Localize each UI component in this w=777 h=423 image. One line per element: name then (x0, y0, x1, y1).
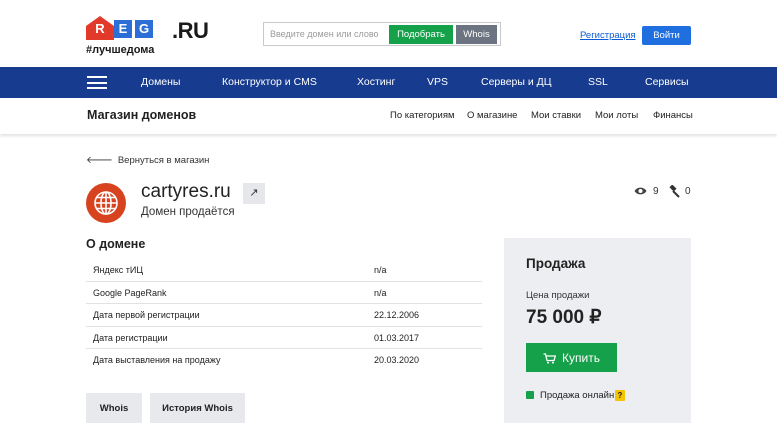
subnav-item-about[interactable]: О магазине (467, 110, 517, 121)
row-value: n/a (374, 265, 387, 275)
row-value: 01.03.2017 (374, 332, 420, 343)
external-link-icon[interactable]: ↗ (243, 183, 265, 204)
nav-item-vps[interactable]: VPS (427, 76, 448, 88)
whois-search-button[interactable]: Whois (456, 25, 497, 44)
table-row: Дата регистрации 01.03.2017 (86, 327, 482, 349)
table-row: Google PageRank n/a (86, 282, 482, 304)
buy-button[interactable]: Купить (526, 343, 617, 372)
domain-name: cartyres.ru (141, 181, 231, 202)
arrow-left-icon: 🡐 (86, 155, 113, 166)
row-label: Яндекс тИЦ (93, 265, 144, 275)
table-row: Дата первой регистрации 22.12.2006 (86, 304, 482, 327)
nav-item-ssl[interactable]: SSL (588, 76, 608, 88)
row-label: Дата регистрации (93, 332, 168, 343)
nav-item-constructor[interactable]: Конструктор и CMS (222, 76, 317, 88)
back-to-shop-link[interactable]: 🡐 Вернуться в магазин (86, 154, 209, 166)
price-label: Цена продажи (526, 290, 590, 301)
login-button[interactable]: Войти (642, 26, 691, 45)
subnav-item-my-lots[interactable]: Мои лоты (595, 110, 638, 121)
pick-domain-button[interactable]: Подобрать (389, 25, 453, 44)
help-icon[interactable]: ? (615, 390, 625, 401)
logo-letter-e: E (114, 20, 132, 38)
about-domain-title: О домене (86, 237, 146, 251)
row-label: Дата первой регистрации (93, 310, 200, 320)
reg-ru-logo[interactable]: R E G .RU #лучшедома (86, 16, 209, 60)
sale-price: 75 000 ₽ (526, 307, 602, 328)
views-count: 9 (653, 186, 659, 197)
domain-search-box: Подобрать Whois (263, 22, 501, 46)
buy-button-label: Купить (562, 350, 600, 365)
menu-burger-icon[interactable] (87, 76, 107, 89)
online-sale-checkbox[interactable] (526, 391, 534, 399)
subnav-item-categories[interactable]: По категориям (390, 110, 455, 121)
main-nav: Домены Конструктор и CMS Хостинг VPS Сер… (0, 67, 777, 98)
bids-count: 0 (685, 186, 691, 197)
logo-letter-r: R (95, 21, 105, 36)
sale-title: Продажа (526, 256, 586, 271)
domain-search-input[interactable] (270, 26, 388, 42)
shop-title[interactable]: Магазин доменов (87, 108, 196, 122)
about-domain-table: Яндекс тИЦ n/a Google PageRank n/a Дата … (86, 259, 482, 372)
cart-icon (543, 353, 557, 364)
nav-item-servers[interactable]: Серверы и ДЦ (481, 76, 552, 88)
register-link[interactable]: Регистрация (580, 30, 636, 41)
nav-item-domains[interactable]: Домены (141, 76, 180, 88)
whois-button[interactable]: Whois (86, 393, 142, 423)
logo-letter-g: G (135, 20, 153, 38)
gavel-icon (669, 185, 680, 198)
eye-icon (634, 187, 647, 195)
row-value: 20.03.2020 (374, 355, 420, 365)
table-row: Яндекс тИЦ n/a (86, 259, 482, 282)
table-row: Дата выставления на продажу 20.03.2020 (86, 349, 482, 372)
subnav-item-my-bids[interactable]: Мои ставки (531, 110, 581, 121)
nav-item-hosting[interactable]: Хостинг (357, 76, 395, 88)
shop-subnav: Магазин доменов По категориям О магазине… (0, 98, 777, 134)
domain-status: Домен продаётся (141, 206, 235, 218)
subnav-item-finance[interactable]: Финансы (653, 110, 693, 121)
row-label: Google PageRank (93, 287, 167, 298)
whois-history-button[interactable]: История Whois (150, 393, 245, 423)
globe-icon (86, 183, 126, 223)
back-link-label: Вернуться в магазин (117, 155, 210, 166)
nav-item-services[interactable]: Сервисы (645, 76, 689, 88)
sale-panel: Продажа Цена продажи 75 000 ₽ Купить Про… (504, 238, 691, 423)
row-value: n/a (374, 287, 387, 298)
row-value: 22.12.2006 (374, 310, 420, 320)
row-label: Дата выставления на продажу (93, 355, 221, 365)
logo-suffix: .RU (172, 18, 209, 43)
logo-tagline: #лучшедома (86, 44, 155, 56)
online-sale-label: Продажа онлайн (540, 390, 615, 401)
top-header: R E G .RU #лучшедома Подобрать Whois Рег… (0, 0, 777, 67)
